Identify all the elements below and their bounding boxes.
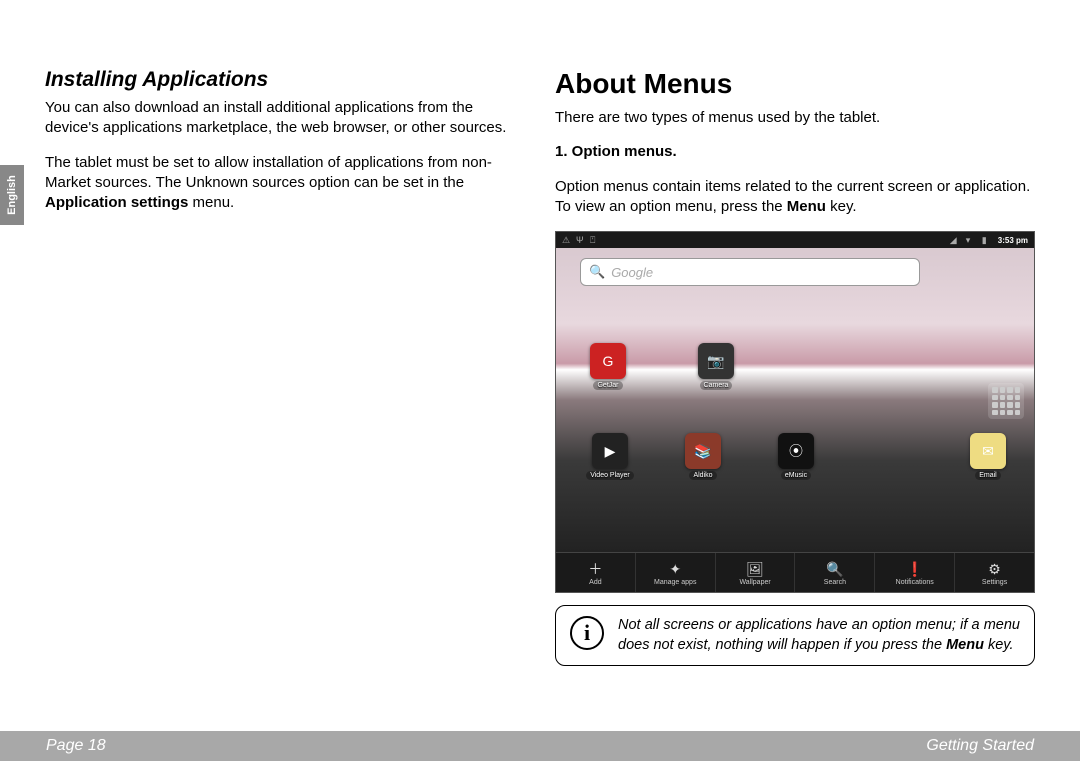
installing-p2: The tablet must be set to allow installa…: [45, 153, 525, 214]
option-menu-bar: ＋ Add ✦ Manage apps 🖼 Wallpaper 🔍 Search…: [556, 552, 1034, 593]
info-note: i Not all screens or applications have a…: [555, 605, 1035, 666]
usb-icon: Ψ: [576, 235, 586, 245]
signal-icon: ◢: [950, 235, 960, 245]
search-icon: 🔍: [589, 264, 605, 280]
tablet-screenshot: ⚠ Ψ ⍞ ◢ ▾ ▮ 3:53 pm 🔍 Google: [555, 231, 1035, 593]
menu-add[interactable]: ＋ Add: [556, 553, 636, 593]
left-column: Installing Applications You can also dow…: [45, 68, 525, 728]
settings-icon: ⚙: [987, 561, 1003, 577]
battery-icon: ▮: [982, 235, 992, 245]
app-camera[interactable]: 📷 Camera: [692, 343, 740, 390]
installing-heading: Installing Applications: [45, 68, 525, 92]
about-menus-title: About Menus: [555, 68, 1035, 100]
option-menus-heading: 1. Option menus.: [555, 142, 1035, 162]
page-number: Page 18: [46, 737, 106, 755]
wifi-icon: ▾: [966, 235, 976, 245]
app-email[interactable]: ✉ Email: [970, 433, 1006, 480]
menu-search[interactable]: 🔍 Search: [795, 553, 875, 593]
language-tab-label: English: [6, 175, 18, 215]
camera-icon: 📷: [698, 343, 734, 379]
manage-icon: ✦: [667, 561, 683, 577]
home-screen: 🔍 Google G GetJar 📷 Camera: [556, 248, 1034, 552]
info-icon: i: [570, 616, 604, 650]
getjar-icon: G: [590, 343, 626, 379]
menu-wallpaper[interactable]: 🖼 Wallpaper: [716, 553, 796, 593]
emusic-icon: ⦿: [778, 433, 814, 469]
warning-icon: ⚠: [562, 235, 572, 245]
menu-settings[interactable]: ⚙ Settings: [955, 553, 1034, 593]
right-column: About Menus There are two types of menus…: [555, 68, 1035, 728]
android-icon: ⍞: [590, 235, 600, 245]
info-text: Not all screens or applications have an …: [618, 616, 1020, 655]
app-row-2: ▶ Video Player 📚 Aldiko ⦿ eMusic: [586, 433, 820, 480]
language-tab: English: [0, 165, 24, 225]
installing-p1: You can also download an install additio…: [45, 98, 525, 139]
app-aldiko[interactable]: 📚 Aldiko: [679, 433, 727, 480]
app-row-1: G GetJar 📷 Camera: [584, 343, 740, 390]
aldiko-icon: 📚: [685, 433, 721, 469]
menu-key-bold: Menu: [787, 198, 826, 215]
video-icon: ▶: [592, 433, 628, 469]
app-emusic[interactable]: ⦿ eMusic: [772, 433, 820, 480]
app-video[interactable]: ▶ Video Player: [586, 433, 634, 480]
wallpaper-icon: 🖼: [747, 561, 763, 577]
app-getjar[interactable]: G GetJar: [584, 343, 632, 390]
page-content: Installing Applications You can also dow…: [45, 68, 1035, 728]
option-menus-desc: Option menus contain items related to th…: [555, 177, 1035, 218]
add-icon: ＋: [587, 561, 603, 577]
section-name: Getting Started: [926, 737, 1034, 755]
menu-manage-apps[interactable]: ✦ Manage apps: [636, 553, 716, 593]
status-time: 3:53 pm: [998, 236, 1028, 245]
search-bar[interactable]: 🔍 Google: [580, 258, 920, 286]
menu-search-icon: 🔍: [827, 561, 843, 577]
app-settings-bold: Application settings: [45, 194, 188, 211]
menus-intro: There are two types of menus used by the…: [555, 108, 1035, 128]
menu-notifications[interactable]: ❗ Notifications: [875, 553, 955, 593]
search-placeholder: Google: [611, 265, 653, 280]
email-icon: ✉: [970, 433, 1006, 469]
status-bar: ⚠ Ψ ⍞ ◢ ▾ ▮ 3:53 pm: [556, 232, 1034, 248]
page-footer: Page 18 Getting Started: [0, 731, 1080, 761]
notifications-icon: ❗: [907, 561, 923, 577]
app-drawer-button[interactable]: [988, 383, 1024, 419]
